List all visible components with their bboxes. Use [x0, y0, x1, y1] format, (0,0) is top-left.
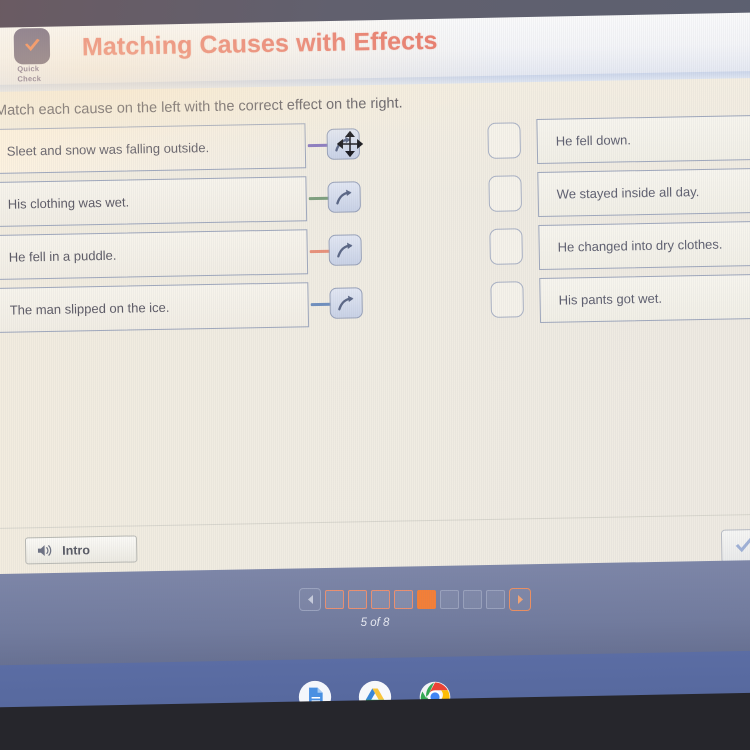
- pager-page-3[interactable]: [371, 590, 390, 609]
- curved-arrow-icon: [336, 189, 352, 205]
- pager-page-4[interactable]: [394, 590, 413, 609]
- curved-arrow-icon: [338, 295, 354, 311]
- intro-button-label: Intro: [62, 542, 91, 558]
- pager-page-6[interactable]: [440, 590, 459, 609]
- effect-drop-target[interactable]: [490, 281, 524, 318]
- effect-card[interactable]: His pants got wet.: [539, 273, 750, 323]
- cause-card[interactable]: The man slipped on the ice.: [0, 282, 310, 334]
- effect-drop-target[interactable]: [489, 228, 523, 265]
- pager-prev-button[interactable]: [299, 588, 321, 611]
- effect-drop-target[interactable]: [487, 122, 522, 159]
- cause-card[interactable]: He fell in a puddle.: [0, 229, 309, 281]
- curved-arrow-icon: [337, 242, 353, 258]
- pager-page-7[interactable]: [463, 590, 482, 609]
- cause-card[interactable]: Sleet and snow was falling outside.: [0, 123, 307, 175]
- cause-drag-handle[interactable]: [326, 128, 361, 160]
- orange-check-icon: [24, 38, 40, 51]
- chromebook-screen-photo: Quick Check Matching Causes with Effects…: [0, 0, 750, 750]
- cause-drag-handle[interactable]: [327, 181, 362, 213]
- pagination-control: [299, 588, 531, 611]
- effect-card[interactable]: He changed into dry clothes.: [538, 220, 750, 270]
- effect-text: We stayed inside all day.: [556, 184, 700, 202]
- effect-card[interactable]: He fell down.: [536, 114, 750, 164]
- chevron-left-icon: [307, 595, 313, 604]
- cause-drag-handle[interactable]: [328, 234, 362, 266]
- instruction-text: Match each cause on the left with the co…: [0, 95, 403, 119]
- effect-text: His pants got wet.: [558, 290, 663, 308]
- toolbar-divider: [0, 513, 750, 530]
- pager-count-label: 5 of 8: [360, 617, 390, 629]
- check-icon: [735, 536, 750, 553]
- effect-card[interactable]: We stayed inside all day.: [537, 167, 750, 217]
- matching-board: Sleet and snow was falling outside. He f…: [0, 111, 750, 337]
- cause-card[interactable]: His clothing was wet.: [0, 176, 308, 228]
- curved-arrow-icon: [335, 136, 351, 152]
- quick-check-badge: [13, 27, 51, 65]
- pager-page-8[interactable]: [486, 590, 505, 609]
- cause-text: The man slipped on the ice.: [9, 299, 170, 318]
- intro-audio-button[interactable]: Intro: [24, 535, 138, 565]
- cause-text: He fell in a puddle.: [8, 247, 117, 265]
- cause-drag-handle[interactable]: [329, 287, 363, 319]
- pager-page-2[interactable]: [348, 590, 367, 609]
- effect-text: He fell down.: [555, 132, 632, 149]
- cause-text: His clothing was wet.: [7, 194, 130, 212]
- pager-page-5-current[interactable]: [417, 590, 436, 609]
- effect-drop-target[interactable]: [488, 175, 523, 212]
- effect-text: He changed into dry clothes.: [557, 236, 723, 255]
- pager-next-button[interactable]: [509, 588, 531, 611]
- chevron-right-icon: [517, 595, 523, 604]
- speaker-icon: [37, 545, 52, 556]
- submit-button[interactable]: [720, 528, 750, 564]
- quick-check-label-line2: Check: [17, 73, 42, 84]
- pager-page-1[interactable]: [325, 590, 344, 609]
- quick-check-label: Quick Check: [17, 63, 77, 83]
- cause-text: Sleet and snow was falling outside.: [6, 140, 210, 159]
